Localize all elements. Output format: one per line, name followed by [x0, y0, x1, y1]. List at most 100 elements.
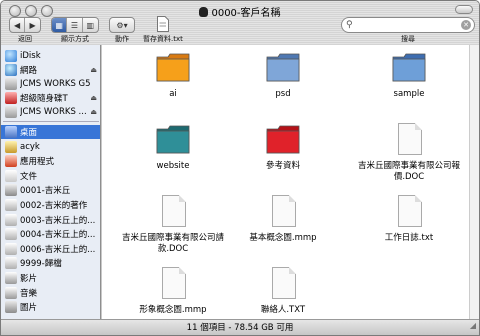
sidebar-item-label: 0002-吉米的著作 — [20, 201, 88, 211]
sidebar-item-label: 0004-吉米丘上的... — [20, 230, 96, 241]
file-item[interactable]: 工作日誌.txt — [354, 195, 464, 244]
sidebar-item-label: 圖片 — [20, 303, 38, 314]
eject-icon[interactable]: ⏏ — [90, 108, 97, 116]
text-document-icon — [266, 267, 300, 301]
document-icon — [392, 195, 426, 229]
music-icon — [5, 286, 17, 299]
file-name: ai — [169, 89, 177, 99]
sidebar-place-item[interactable]: 0006-吉米丘上的... — [1, 242, 100, 256]
sidebar-place-item[interactable]: acyk — [1, 140, 100, 154]
sidebar-place-item[interactable]: 桌面 — [1, 125, 100, 139]
file-item[interactable]: sample — [354, 51, 464, 100]
eject-icon[interactable]: ⏏ — [90, 94, 97, 102]
gear-icon: ⚙▾ — [116, 20, 128, 30]
sidebar-place-item[interactable]: 0003-吉米丘上的... — [1, 213, 100, 227]
ai-folder-icon — [156, 51, 190, 85]
movies-icon — [5, 272, 17, 284]
file-item[interactable]: 吉米丘國際事業有限公司報價.DOC — [354, 123, 464, 183]
file-item[interactable]: 聯絡人.TXT — [228, 267, 338, 316]
forward-button[interactable]: ▶ — [25, 18, 40, 32]
red-folder-icon — [266, 123, 300, 157]
file-item[interactable]: website — [118, 123, 228, 172]
back-arrow-icon: ◀ — [13, 20, 21, 30]
text-file-icon — [157, 16, 169, 32]
sidebar-item-label: 文件 — [20, 171, 38, 182]
sidebar-item-label: JCMS WORKS G5 — [20, 79, 91, 89]
folder-icon — [5, 228, 17, 241]
resize-grip-icon[interactable]: ◢ — [470, 318, 476, 334]
penguin-folder-icon — [199, 7, 209, 17]
document-icon — [156, 267, 190, 301]
sidebar-place-item[interactable]: 文件 — [1, 169, 100, 183]
sidebar-place-item[interactable]: 0004-吉米丘上的... — [1, 227, 100, 241]
file-name: 參考資料 — [265, 161, 300, 171]
icon-view-button[interactable]: ▦ — [52, 18, 68, 32]
action-menu-button[interactable]: ⚙▾ — [109, 17, 135, 33]
globe-icon — [5, 50, 17, 62]
document-icon — [156, 195, 190, 229]
file-item[interactable]: 參考資料 — [228, 123, 338, 172]
file-item[interactable]: psd — [228, 51, 338, 100]
sidebar-item-label: 應用程式 — [20, 157, 55, 168]
folder-icon — [5, 213, 17, 226]
sidebar-device-item[interactable]: 超級隨身碟T ⏏ — [1, 91, 100, 105]
sidebar-item-label: 音樂 — [20, 288, 38, 299]
columns-icon: ▥ — [86, 20, 95, 30]
clear-search-icon[interactable]: ✕ — [461, 20, 471, 30]
sidebar-item-label: JCMS WORKS ... — [20, 107, 87, 117]
sidebar-item-label: 9999-歸檔 — [20, 259, 62, 270]
eject-icon[interactable]: ⏏ — [90, 66, 97, 74]
file-name: 工作日誌.txt — [384, 233, 434, 243]
sidebar-place-item[interactable]: 圖片 — [1, 300, 100, 314]
folder-icon — [5, 257, 17, 270]
file-item[interactable]: ai — [118, 51, 228, 100]
column-view-button[interactable]: ▥ — [83, 18, 98, 32]
sidebar-item-label: 0006-吉米丘上的... — [20, 244, 96, 255]
icon-grid-icon: ▦ — [55, 20, 63, 30]
view-label: 顯示方式 — [61, 35, 89, 43]
document-icon — [392, 123, 426, 157]
sidebar-device-item[interactable]: JCMS WORKS G5 — [1, 77, 100, 91]
sidebar-place-item[interactable]: 0002-吉米的著作 — [1, 198, 100, 212]
hard-drive-icon — [5, 106, 17, 118]
sidebar-divider — [3, 121, 99, 122]
back-button[interactable]: ◀ — [10, 18, 26, 32]
window-title-text: 0000-客戶名稱 — [211, 8, 281, 19]
sidebar-place-item[interactable]: 影片 — [1, 271, 100, 285]
status-bar: 11 個項目 - 78.54 GB 可用 ◢ — [1, 318, 479, 335]
file-icon-view[interactable]: ai psd sample website 參考資料 吉米丘國際事業有限公司報價.DOC 吉… — [102, 45, 479, 319]
file-item[interactable]: 基本概念圖.mmp — [228, 195, 338, 244]
documents-folder-icon — [5, 169, 17, 182]
file-shortcut-button[interactable] — [157, 16, 169, 35]
vertical-scrollbar[interactable] — [469, 45, 479, 319]
list-view-button[interactable]: ☰ — [67, 18, 83, 32]
sample-folder-icon — [392, 51, 426, 85]
usb-drive-icon — [5, 92, 17, 104]
file-name: psd — [275, 89, 291, 99]
sidebar-item-label: iDisk — [20, 51, 41, 61]
title-bar: 0000-客戶名稱 ◀ ▶ 返回 ▦ ☰ ▥ 顯示方式 ⚙▾ 動作 暫存資料.t… — [1, 1, 479, 45]
status-text: 11 個項目 - 78.54 GB 可用 — [186, 323, 294, 333]
sidebar-place-item[interactable]: 應用程式 — [1, 154, 100, 168]
sidebar-item-label: 桌面 — [20, 128, 38, 138]
forward-arrow-icon: ▶ — [29, 20, 36, 30]
view-mode-control: ▦ ☰ ▥ — [51, 17, 99, 33]
file-item[interactable]: 形象概念圖.mmp — [118, 267, 228, 316]
search-icon: ⚲ — [346, 20, 353, 30]
sidebar-device-item[interactable]: JCMS WORKS ... ⏏ — [1, 105, 100, 119]
sidebar-place-item[interactable]: 0001-吉米丘 — [1, 183, 100, 197]
hard-drive-icon — [5, 78, 17, 90]
file-item[interactable]: 吉米丘國際事業有限公司請款.DOC — [118, 195, 228, 255]
toolbar-toggle-button[interactable] — [455, 5, 473, 14]
sidebar-place-item[interactable]: 9999-歸檔 — [1, 256, 100, 270]
sidebar-device-item[interactable]: iDisk — [1, 49, 100, 63]
sidebar-device-item[interactable]: 網路 ⏏ — [1, 63, 100, 77]
back-label: 返回 — [18, 35, 32, 43]
sidebar-place-item[interactable]: 音樂 — [1, 286, 100, 300]
file-name: 吉米丘國際事業有限公司報價.DOC — [357, 161, 460, 182]
search-field[interactable]: ⚲ ✕ — [341, 17, 475, 33]
action-label: 動作 — [115, 35, 129, 43]
file-shortcut-label: 暫存資料.txt — [143, 35, 183, 43]
file-name: sample — [393, 89, 425, 99]
desktop-icon — [5, 126, 17, 138]
